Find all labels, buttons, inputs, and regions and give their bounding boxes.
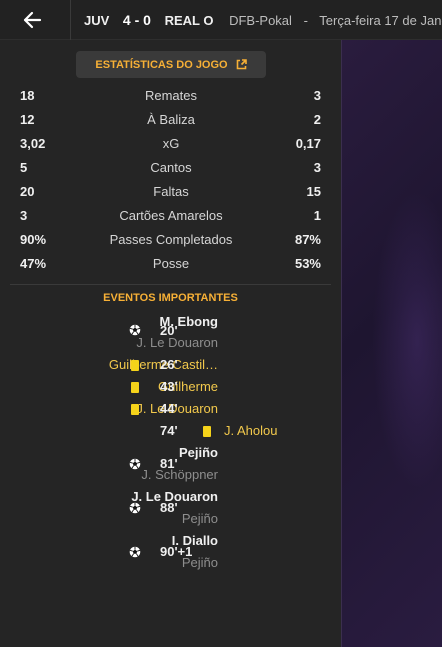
stat-row-fouls: 20 Faltas 15 bbox=[0, 179, 341, 203]
yellow-card-icon bbox=[203, 426, 215, 438]
yellow-card-icon bbox=[131, 404, 143, 416]
match-score: 4 - 0 bbox=[122, 12, 151, 28]
side-background-panel bbox=[341, 40, 442, 647]
match-date: Terça-feira 17 de Janeir bbox=[319, 13, 442, 28]
external-expand-icon bbox=[236, 59, 247, 70]
stat-away-value: 15 bbox=[306, 184, 321, 199]
arrow-left-icon bbox=[23, 11, 42, 29]
stat-name: Passes Completados bbox=[109, 232, 233, 247]
stat-row-xg: 3,02 xG 0,17 bbox=[0, 131, 341, 155]
assist-player[interactable]: Pejiño bbox=[182, 511, 218, 526]
stat-name: Cantos bbox=[150, 160, 192, 175]
stat-away-value: 3 bbox=[313, 160, 321, 175]
assist-player[interactable]: J. Schöppner bbox=[141, 467, 218, 482]
booked-player-name[interactable]: J. Aholou bbox=[224, 423, 278, 438]
stat-home-value: 3 bbox=[20, 208, 28, 223]
stat-away-value: 3 bbox=[313, 88, 321, 103]
back-button[interactable] bbox=[0, 0, 64, 40]
event-minute: 43' bbox=[160, 379, 178, 394]
panel-glow bbox=[372, 190, 442, 490]
stat-home-value: 5 bbox=[20, 160, 28, 175]
stat-home-value: 90% bbox=[20, 232, 47, 247]
stat-home-value: 18 bbox=[20, 88, 35, 103]
competition-name[interactable]: DFB-Pokal bbox=[229, 13, 292, 28]
stat-name: Posse bbox=[152, 256, 190, 271]
yellow-card-icon bbox=[131, 382, 143, 394]
goal-scorer-name[interactable]: Pejiño bbox=[179, 445, 218, 460]
stat-home-value: 12 bbox=[20, 112, 35, 127]
match-stats-button-label: Estatísticas do Jogo bbox=[95, 58, 228, 71]
event-minute: 81' bbox=[160, 456, 178, 471]
stat-name: Remates bbox=[144, 88, 198, 103]
home-team-name[interactable]: JUV bbox=[84, 13, 109, 28]
stat-row-on-target: 12 À Baliza 2 bbox=[0, 107, 341, 131]
event-minute: 44' bbox=[160, 401, 178, 416]
event-minute: 20' bbox=[160, 323, 178, 338]
stat-name: Faltas bbox=[153, 184, 189, 199]
stat-away-value: 0,17 bbox=[295, 136, 321, 151]
top-bar: JUV 4 - 0 REAL O DFB-Pokal - Terça-feira… bbox=[0, 0, 442, 40]
football-icon bbox=[129, 502, 141, 514]
match-summary: JUV 4 - 0 REAL O DFB-Pokal - Terça-feira… bbox=[84, 12, 442, 28]
football-icon bbox=[129, 458, 141, 470]
section-divider bbox=[10, 284, 331, 285]
match-stats-button[interactable]: Estatísticas do Jogo bbox=[76, 51, 266, 78]
stat-away-value: 87% bbox=[294, 232, 321, 247]
stat-name: À Baliza bbox=[147, 112, 195, 127]
football-icon bbox=[129, 546, 141, 558]
away-team-name[interactable]: REAL O bbox=[165, 13, 214, 28]
stat-row-shots: 18 Remates 3 bbox=[0, 83, 341, 107]
stat-away-value: 1 bbox=[313, 208, 321, 223]
event-minute: 26' bbox=[160, 357, 178, 372]
stat-name: Cartões Amarelos bbox=[119, 208, 223, 223]
stat-home-value: 3,02 bbox=[20, 136, 46, 151]
yellow-card-icon bbox=[131, 360, 143, 372]
stat-row-yellow-cards: 3 Cartões Amarelos 1 bbox=[0, 203, 341, 227]
goal-scorer[interactable]: Pejiño bbox=[179, 445, 218, 460]
events-title: Eventos Importantes bbox=[103, 292, 238, 304]
stat-row-corners: 5 Cantos 3 bbox=[0, 155, 341, 179]
event-minute: 88' bbox=[160, 500, 178, 515]
event-minute: 74' bbox=[160, 423, 178, 438]
stat-home-value: 20 bbox=[20, 184, 35, 199]
header-separator: - bbox=[303, 13, 308, 28]
stat-away-value: 53% bbox=[294, 256, 321, 271]
top-bar-separator bbox=[70, 0, 71, 40]
stat-name: xG bbox=[162, 136, 180, 151]
stat-away-value: 2 bbox=[313, 112, 321, 127]
football-icon bbox=[129, 324, 141, 336]
stat-row-passes: 90% Passes Completados 87% bbox=[0, 227, 341, 251]
stat-home-value: 47% bbox=[20, 256, 47, 271]
stat-row-possession: 47% Posse 53% bbox=[0, 251, 341, 275]
event-minute: 90'+1 bbox=[160, 544, 193, 559]
